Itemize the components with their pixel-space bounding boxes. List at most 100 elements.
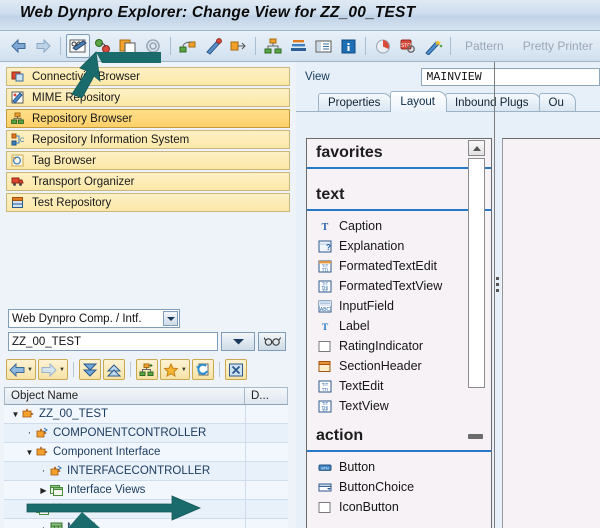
palette-group-text: text TCaption?ExplanationTITTTIFormatedTe… <box>307 181 491 422</box>
sidebar-item-test-repository[interactable]: Test Repository <box>6 193 290 212</box>
tree-vertical-scrollbar[interactable] <box>288 405 294 528</box>
tree-forward-caret-icon[interactable]: ▼ <box>59 367 65 373</box>
refresh-icon[interactable] <box>192 359 214 380</box>
palette-group-header[interactable]: text <box>307 181 491 211</box>
panel-splitter[interactable] <box>494 62 502 528</box>
palette-item-label: FormatedTextView <box>339 279 442 293</box>
hierarchy-icon[interactable] <box>261 34 285 58</box>
info-icon[interactable] <box>336 34 360 58</box>
toolbar-separator <box>365 37 366 55</box>
wizard-icon[interactable] <box>201 34 225 58</box>
tab-ou[interactable]: Ou <box>539 93 576 112</box>
palette-item-textedit[interactable]: TITTTITextEdit <box>307 376 491 396</box>
layout-canvas[interactable] <box>502 138 600 528</box>
table-row[interactable]: ·MAIN <box>4 519 288 528</box>
tree-row-list: ▼ZZ_00_TEST·COMPONENTCONTROLLER▼Componen… <box>4 405 288 528</box>
tree-node[interactable]: ·COMPONENTCONTROLLER <box>4 424 246 442</box>
tree-node[interactable]: ·MAIN <box>4 519 246 528</box>
pretty-printer-button[interactable]: Pretty Printer <box>514 39 600 53</box>
where-used-icon[interactable] <box>141 34 165 58</box>
tree-forward-icon[interactable]: ▼ <box>38 359 68 380</box>
palette-item-formatedtextedit[interactable]: TITTTIFormatedTextEdit <box>307 256 491 276</box>
palette-item-buttonchoice[interactable]: ButtonChoice <box>307 477 491 497</box>
palette-item-formatedtextview[interactable]: TITTHITITFormatedTextView <box>307 276 491 296</box>
palette-item-explanation[interactable]: ?Explanation <box>307 236 491 256</box>
table-row[interactable]: ·INTERFACECONTROLLER <box>4 462 288 481</box>
button-icon: BTN <box>317 460 332 475</box>
check-icon[interactable] <box>91 34 115 58</box>
sidebar-item-transport-organizer[interactable]: Transport Organizer <box>6 172 290 191</box>
tree-node[interactable]: ▶Interface Views <box>4 481 246 499</box>
tab-inbound-plugs[interactable]: Inbound Plugs <box>445 93 541 112</box>
navigate-icon[interactable] <box>226 34 250 58</box>
tree-node[interactable]: ▼Component Interface <box>4 443 246 461</box>
sidebar-item-repository-browser[interactable]: Repository Browser <box>6 109 290 128</box>
palette-item-label: Explanation <box>339 239 404 253</box>
chevron-down-icon[interactable]: ▼ <box>10 410 21 419</box>
chevron-down-icon[interactable] <box>163 311 178 326</box>
table-row[interactable]: ▼Component Interface <box>4 443 288 462</box>
table-row[interactable]: ·COMPONENTCONTROLLER <box>4 424 288 443</box>
palette-group-header[interactable]: action <box>307 422 491 452</box>
button-choice-icon <box>317 480 332 495</box>
tree-node-description <box>246 443 288 461</box>
tree-header: Object Name D... <box>4 387 288 405</box>
tab-properties[interactable]: Properties <box>318 93 392 112</box>
tree-node[interactable]: ·INTERFACECONTROLLER <box>4 462 246 480</box>
palette-group-header[interactable]: favorites <box>307 139 491 169</box>
sidebar-item-repository-information-system[interactable]: C Repository Information System <box>6 130 290 149</box>
tree-back-icon[interactable]: ▼ <box>6 359 36 380</box>
favorites-caret-icon[interactable]: ▼ <box>181 367 187 373</box>
tree-node[interactable]: ▼ZZ_00_TEST <box>4 405 246 423</box>
palette-item-textview[interactable]: TITTHITITTextView <box>307 396 491 416</box>
palette-item-ratingindicator[interactable]: RatingIndicator <box>307 336 491 356</box>
scroll-up-icon[interactable] <box>468 140 485 156</box>
list-icon[interactable] <box>311 34 335 58</box>
table-row[interactable]: ▼ZZ_00_TEST <box>4 405 288 424</box>
sidebar-item-mime-repository[interactable]: MIME Repository <box>6 88 290 107</box>
pattern-button[interactable]: Pattern <box>456 39 513 53</box>
sidebar-item-connectivity-browser[interactable]: Connectivity Browser <box>6 67 290 86</box>
input-field-icon: ABC <box>317 299 332 314</box>
delete-icon[interactable] <box>225 359 247 380</box>
palette-scroll-track[interactable] <box>468 158 485 388</box>
activate-icon[interactable] <box>116 34 140 58</box>
tree-node[interactable]: ▼Vews <box>4 500 246 518</box>
object-type-combobox[interactable]: Web Dynpro Comp. / Intf. <box>8 309 180 328</box>
table-row[interactable]: ▼Vews <box>4 500 288 519</box>
palette-item-inputfield[interactable]: ABCInputField <box>307 296 491 316</box>
palette-item-caption[interactable]: TCaption <box>307 216 491 236</box>
object-name-dropdown-button[interactable] <box>221 332 255 351</box>
other-object-icon[interactable] <box>136 359 158 380</box>
tab-layout[interactable]: Layout <box>390 91 447 112</box>
view-name-value: MAINVIEW <box>426 71 481 84</box>
magic-wand-icon[interactable] <box>421 34 445 58</box>
favorites-star-icon[interactable]: ▼ <box>160 359 190 380</box>
table-row[interactable]: ▶Interface Views <box>4 481 288 500</box>
sidebar-item-tag-browser[interactable]: Tag Browser <box>6 151 290 170</box>
glasses-icon[interactable] <box>258 332 286 351</box>
palette-item-sectionheader[interactable]: SectionHeader <box>307 356 491 376</box>
tree-back-caret-icon[interactable]: ▼ <box>27 367 33 373</box>
object-name-input[interactable]: ZZ_00_TEST <box>8 332 218 351</box>
back-icon[interactable] <box>6 34 30 58</box>
tree-node-description <box>246 519 288 528</box>
expand-all-icon[interactable] <box>79 359 101 380</box>
insert-icon[interactable] <box>176 34 200 58</box>
stop-inspect-icon[interactable]: STO <box>396 34 420 58</box>
view-name-field[interactable]: MAINVIEW <box>421 68 600 86</box>
layers-icon[interactable] <box>286 34 310 58</box>
svg-text:TIT: TIT <box>321 288 328 293</box>
palette-scrollbar[interactable] <box>467 139 491 528</box>
palette-item-iconbutton[interactable]: IconButton <box>307 497 491 517</box>
chevron-down-icon[interactable]: ▼ <box>24 448 35 457</box>
chevron-right-icon[interactable]: ▶ <box>38 486 49 495</box>
chevron-down-icon[interactable]: ▼ <box>24 505 35 514</box>
view-label: View <box>296 71 421 83</box>
palette-item-button[interactable]: BTNButton <box>307 457 491 477</box>
collapse-all-icon[interactable] <box>103 359 125 380</box>
forward-icon[interactable] <box>31 34 55 58</box>
display-change-icon[interactable] <box>66 34 90 58</box>
palette-item-label[interactable]: TLabel <box>307 316 491 336</box>
pie-icon[interactable] <box>371 34 395 58</box>
